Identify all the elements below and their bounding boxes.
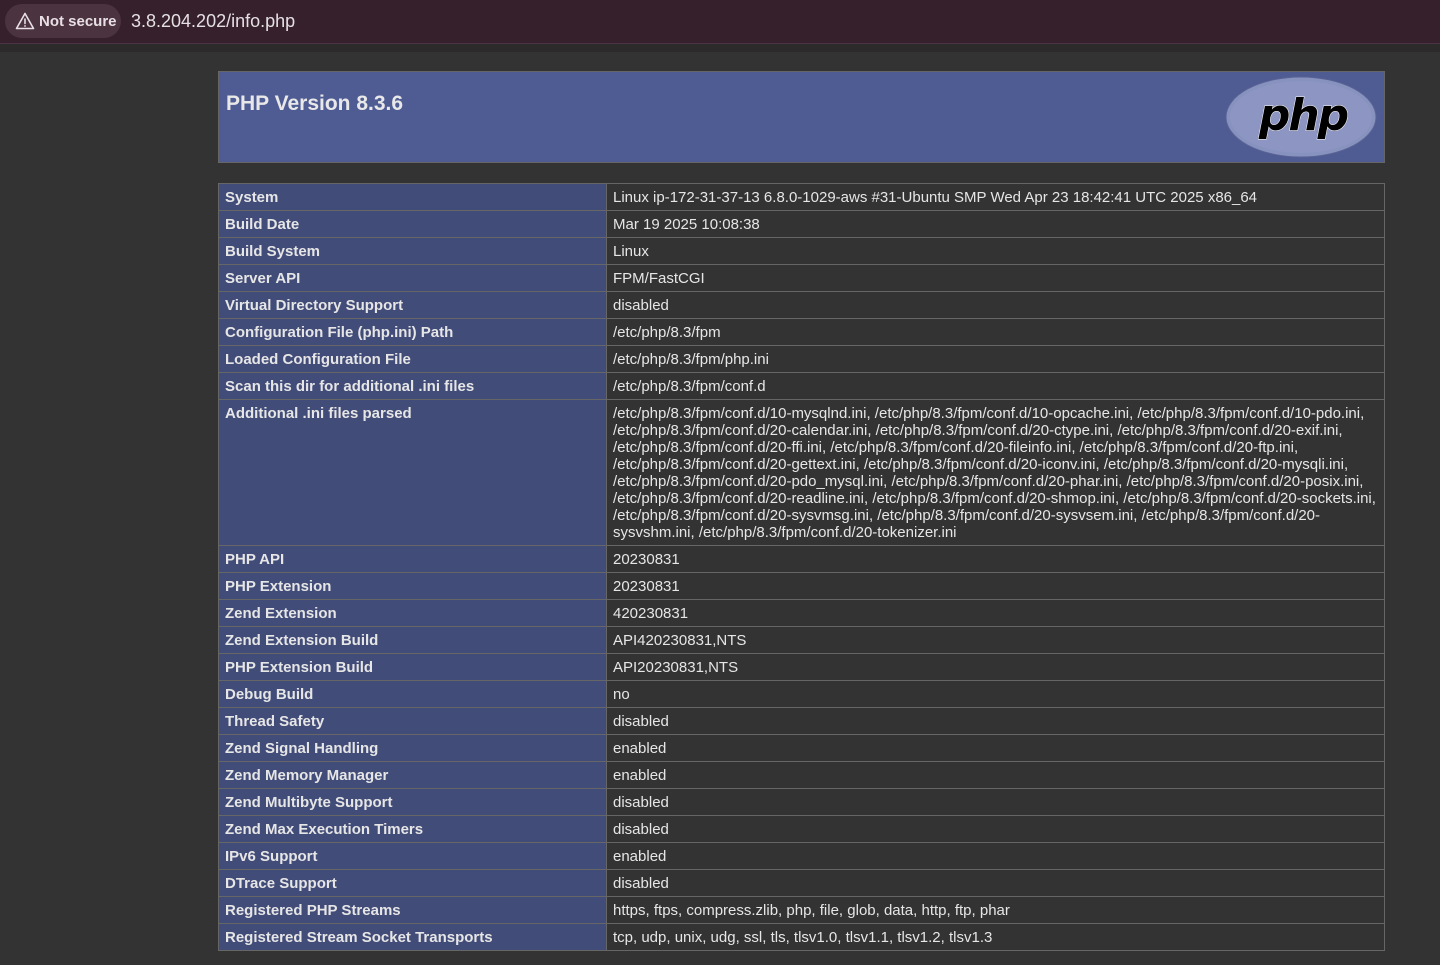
- row-key: Configuration File (php.ini) Path: [218, 318, 607, 346]
- table-row: PHP Extension 20230831: [218, 572, 1385, 600]
- row-key: Registered PHP Streams: [218, 896, 607, 924]
- row-key: Zend Memory Manager: [218, 761, 607, 789]
- php-logo-text: php: [1258, 90, 1348, 141]
- row-value: enabled: [606, 734, 1385, 762]
- table-row: System Linux ip-172-31-37-13 6.8.0-1029-a…: [218, 183, 1385, 211]
- table-row: Zend Signal Handling enabled: [218, 734, 1385, 762]
- table-row: Virtual Directory Support disabled: [218, 291, 1385, 319]
- row-key: Virtual Directory Support: [218, 291, 607, 319]
- row-key: PHP Extension Build: [218, 653, 607, 681]
- row-value: https, ftps, compress.zlib, php, file, g…: [606, 896, 1385, 924]
- row-value: 20230831: [606, 545, 1385, 573]
- table-row: Registered Stream Socket Transports tcp, …: [218, 923, 1385, 951]
- table-row: Configuration File (php.ini) Path/etc/ph…: [218, 318, 1385, 346]
- row-key: Additional .ini files parsed: [218, 399, 607, 546]
- table-row: Scan this dir for additional .ini files /…: [218, 372, 1385, 400]
- row-value: disabled: [606, 788, 1385, 816]
- table-row: PHP API 20230831: [218, 545, 1385, 573]
- row-value: enabled: [606, 842, 1385, 870]
- page-title: PHP Version 8.3.6: [226, 92, 404, 115]
- row-value: FPM/FastCGI: [606, 264, 1385, 292]
- row-value: 20230831: [606, 572, 1385, 600]
- row-key: Thread Safety: [218, 707, 607, 735]
- table-row: Additional .ini files parsed/etc/php/8.3…: [218, 399, 1385, 546]
- page-content: PHP Version 8.3.6 php System Linux ip-172…: [0, 52, 1440, 965]
- row-key: Build Date: [218, 210, 607, 238]
- row-value: API420230831,NTS: [606, 626, 1385, 654]
- not-secure-label: Not secure: [39, 12, 117, 30]
- row-value: /etc/php/8.3/fpm/php.ini: [606, 345, 1385, 373]
- row-value: Linux ip-172-31-37-13 6.8.0-1029-aws #31…: [606, 183, 1385, 211]
- row-key: IPv6 Support: [218, 842, 607, 870]
- row-key: System: [218, 183, 607, 211]
- row-value: disabled: [606, 707, 1385, 735]
- browser-address-bar: Not secure 3.8.204.202/info.php: [0, 0, 1440, 44]
- table-row: Server API FPM/FastCGI: [218, 264, 1385, 292]
- table-row: Thread Safety disabled: [218, 707, 1385, 735]
- row-key: Registered Stream Socket Transports: [218, 923, 607, 951]
- table-row: Zend Extension 420230831: [218, 599, 1385, 627]
- row-value: /etc/php/8.3/fpm/conf.d/10-mysqlnd.ini, …: [606, 399, 1385, 546]
- row-key: Zend Extension Build: [218, 626, 607, 654]
- row-key: Zend Multibyte Support: [218, 788, 607, 816]
- table-row: Zend Extension Build API420230831,NTS: [218, 626, 1385, 654]
- row-key: Loaded Configuration File: [218, 345, 607, 373]
- row-key: Zend Extension: [218, 599, 607, 627]
- table-row: Loaded Configuration File/etc/php/8.3/fp…: [218, 345, 1385, 373]
- table-row: Zend Max Execution Timers disabled: [218, 815, 1385, 843]
- security-indicator-button[interactable]: Not secure: [5, 4, 121, 38]
- php-logo[interactable]: php: [1225, 76, 1377, 158]
- table-row: Zend Memory Manager enabled: [218, 761, 1385, 789]
- phpinfo-header: PHP Version 8.3.6 php: [218, 71, 1385, 163]
- row-value: /etc/php/8.3/fpm: [606, 318, 1385, 346]
- table-row: IPv6 Support enabled: [218, 842, 1385, 870]
- row-key: Scan this dir for additional .ini files: [218, 372, 607, 400]
- row-value: disabled: [606, 869, 1385, 897]
- table-row: PHP Extension Build API20230831,NTS: [218, 653, 1385, 681]
- row-key: PHP API: [218, 545, 607, 573]
- row-value: enabled: [606, 761, 1385, 789]
- table-row: DTrace Support disabled: [218, 869, 1385, 897]
- table-row: Zend Multibyte Support disabled: [218, 788, 1385, 816]
- row-value: /etc/php/8.3/fpm/conf.d: [606, 372, 1385, 400]
- row-value: Mar 19 2025 10:08:38: [606, 210, 1385, 238]
- row-key: Zend Signal Handling: [218, 734, 607, 762]
- row-key: PHP Extension: [218, 572, 607, 600]
- row-key: Zend Max Execution Timers: [218, 815, 607, 843]
- row-value: no: [606, 680, 1385, 708]
- row-value: API20230831,NTS: [606, 653, 1385, 681]
- table-row: Debug Build no: [218, 680, 1385, 708]
- row-key: Debug Build: [218, 680, 607, 708]
- page-top-edge: [0, 44, 1440, 52]
- row-value: Linux: [606, 237, 1385, 265]
- row-key: Build System: [218, 237, 607, 265]
- row-key: Server API: [218, 264, 607, 292]
- table-row: Build Date Mar 19 2025 10:08:38: [218, 210, 1385, 238]
- row-value: disabled: [606, 815, 1385, 843]
- row-key: DTrace Support: [218, 869, 607, 897]
- row-value: tcp, udp, unix, udg, ssl, tls, tlsv1.0, …: [606, 923, 1385, 951]
- table-row: Build System Linux: [218, 237, 1385, 265]
- url-input[interactable]: 3.8.204.202/info.php: [131, 11, 295, 32]
- row-value: 420230831: [606, 599, 1385, 627]
- warning-icon: [15, 12, 35, 30]
- row-value: disabled: [606, 291, 1385, 319]
- php-info-table: System Linux ip-172-31-37-13 6.8.0-1029-a…: [218, 183, 1385, 951]
- table-row: Registered PHP Streams https, ftps, compr…: [218, 896, 1385, 924]
